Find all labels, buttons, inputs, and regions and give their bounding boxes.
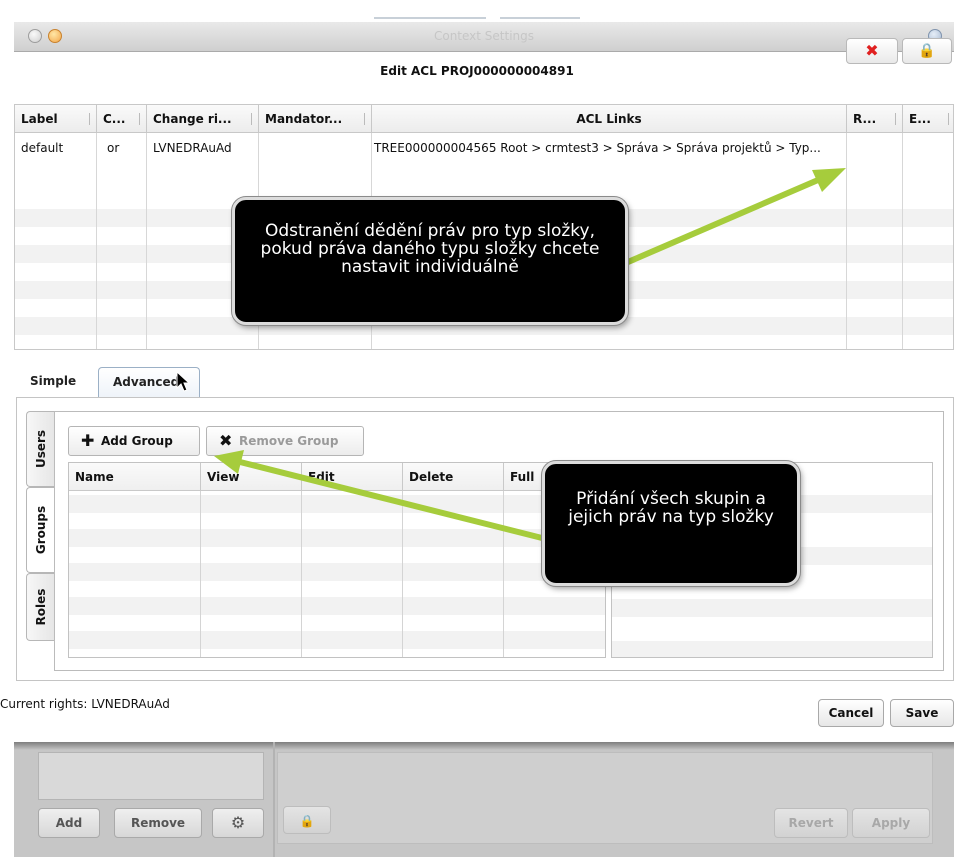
title-bar: Context Settings	[14, 22, 954, 52]
x-icon: ✖	[219, 431, 233, 450]
save-button[interactable]: Save	[890, 699, 954, 727]
current-rights: Current rights: LVNEDRAuAd	[0, 697, 170, 711]
remove-button[interactable]: Remove	[114, 808, 202, 838]
column-header-mandatory[interactable]: Mandator...	[259, 105, 372, 133]
column-divider	[902, 133, 903, 349]
column-divider	[96, 133, 97, 349]
cell-acl-links[interactable]: TREE000000004565 Root > crmtest3 > Správ…	[372, 134, 847, 164]
mouse-cursor-icon	[176, 371, 191, 392]
lock-button[interactable]: 🔒	[283, 806, 331, 834]
revert-button[interactable]: Revert	[774, 808, 848, 838]
background-window-edge	[374, 17, 486, 19]
remove-icon: ✖	[865, 41, 879, 60]
column-divider	[846, 133, 847, 349]
table-row-stripe	[69, 597, 605, 615]
list-row-stripe	[612, 641, 932, 657]
window-title: Context Settings	[433, 29, 535, 43]
split-divider	[273, 742, 275, 857]
column-divider	[200, 491, 201, 657]
add-button[interactable]: Add	[38, 808, 100, 838]
column-divider	[301, 491, 302, 657]
table-row-stripe	[69, 495, 605, 513]
lock-icon: 🔒	[918, 43, 936, 59]
remove-group-button[interactable]: ✖ Remove Group	[206, 426, 364, 456]
current-rights-value: LVNEDRAuAd	[91, 697, 170, 711]
apply-button[interactable]: Apply	[852, 808, 930, 838]
settings-button[interactable]: ⚙	[212, 808, 264, 838]
cell-mandatory[interactable]	[259, 134, 372, 164]
column-header-e[interactable]: E...	[903, 105, 953, 133]
column-divider	[402, 491, 403, 657]
dialog-shadow	[14, 742, 954, 750]
cell-c[interactable]: or	[97, 134, 147, 164]
column-header-name[interactable]: Name	[69, 463, 201, 491]
column-header-r[interactable]: R...	[847, 105, 903, 133]
tab-simple[interactable]: Simple	[16, 367, 98, 398]
cell-change-rights[interactable]: LVNEDRAuAd	[147, 134, 259, 164]
lock-icon: 🔒	[299, 814, 315, 828]
column-divider	[503, 491, 504, 657]
add-group-label: Add Group	[101, 434, 173, 448]
table-row-stripe	[69, 631, 605, 649]
background-list	[38, 752, 264, 800]
column-header-view[interactable]: View	[201, 463, 302, 491]
column-divider	[146, 133, 147, 349]
side-tab-groups[interactable]: Groups	[26, 487, 54, 573]
groups-table: Name View Edit Delete Full	[68, 462, 606, 658]
column-header-acl-links[interactable]: ACL Links	[372, 105, 847, 133]
column-header-c[interactable]: C...	[97, 105, 147, 133]
side-tab-roles[interactable]: Roles	[26, 573, 54, 641]
table-row-stripe	[69, 529, 605, 547]
callout-add-all-groups: Přidání všech skupin a jejich práv na ty…	[542, 461, 800, 586]
column-header-delete[interactable]: Delete	[403, 463, 504, 491]
remove-inheritance-button[interactable]: ✖	[846, 38, 898, 64]
dialog-title: Edit ACL PROJ000000004891	[380, 64, 574, 78]
list-row-stripe	[612, 599, 932, 617]
column-header-change-rights[interactable]: Change ri...	[147, 105, 259, 133]
cell-label[interactable]: default	[15, 134, 97, 164]
plus-icon: ✚	[81, 431, 95, 450]
remove-group-label: Remove Group	[239, 434, 339, 448]
table-row-stripe	[69, 563, 605, 581]
current-rights-label: Current rights:	[0, 697, 88, 711]
wrench-icon: ⚙	[230, 813, 246, 832]
add-group-button[interactable]: ✚ Add Group	[68, 426, 200, 456]
edit-lock-button[interactable]: 🔒	[902, 38, 952, 64]
column-header-label[interactable]: Label	[15, 105, 97, 133]
callout-remove-inheritance: Odstranění dědění práv pro typ složky, p…	[232, 197, 628, 325]
column-header-edit[interactable]: Edit	[302, 463, 403, 491]
background-window-edge	[500, 17, 580, 19]
cancel-button[interactable]: Cancel	[818, 699, 884, 727]
side-tab-users[interactable]: Users	[26, 411, 54, 487]
